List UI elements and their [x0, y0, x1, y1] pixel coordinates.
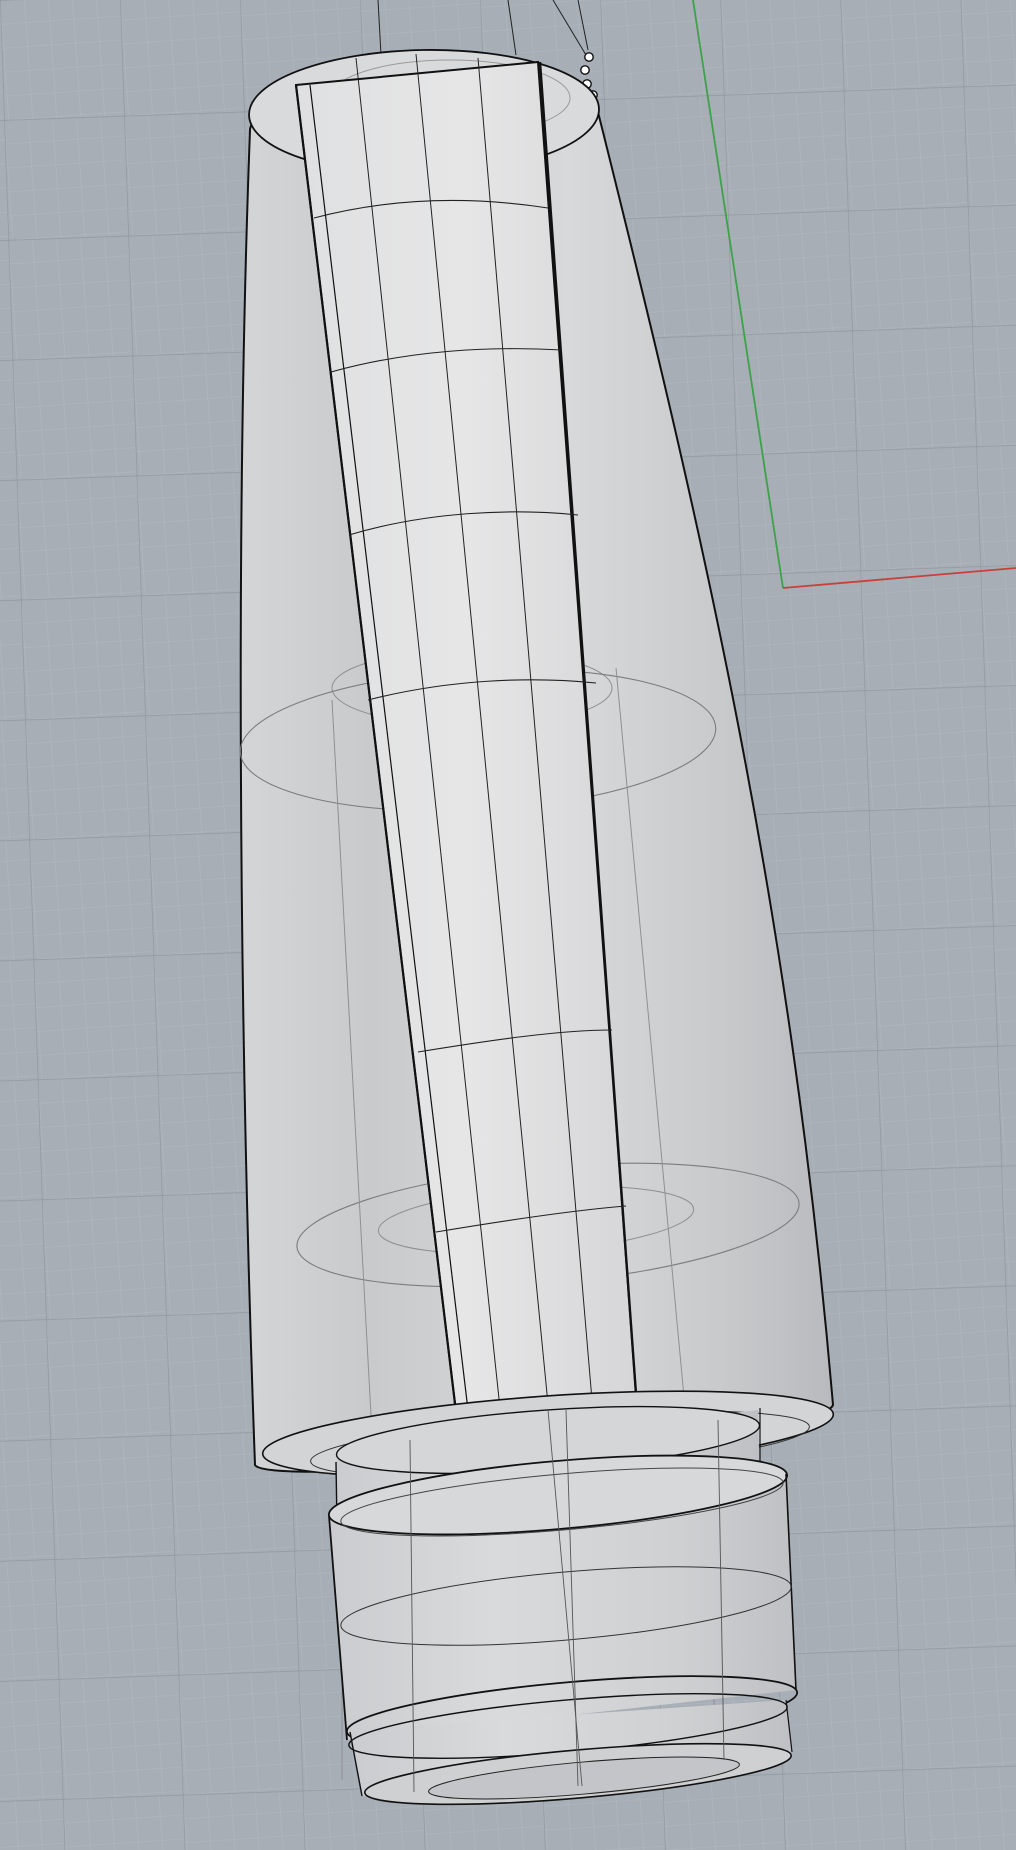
3d-viewport[interactable]	[0, 0, 1016, 1850]
perspective-view[interactable]	[0, 0, 1016, 1850]
